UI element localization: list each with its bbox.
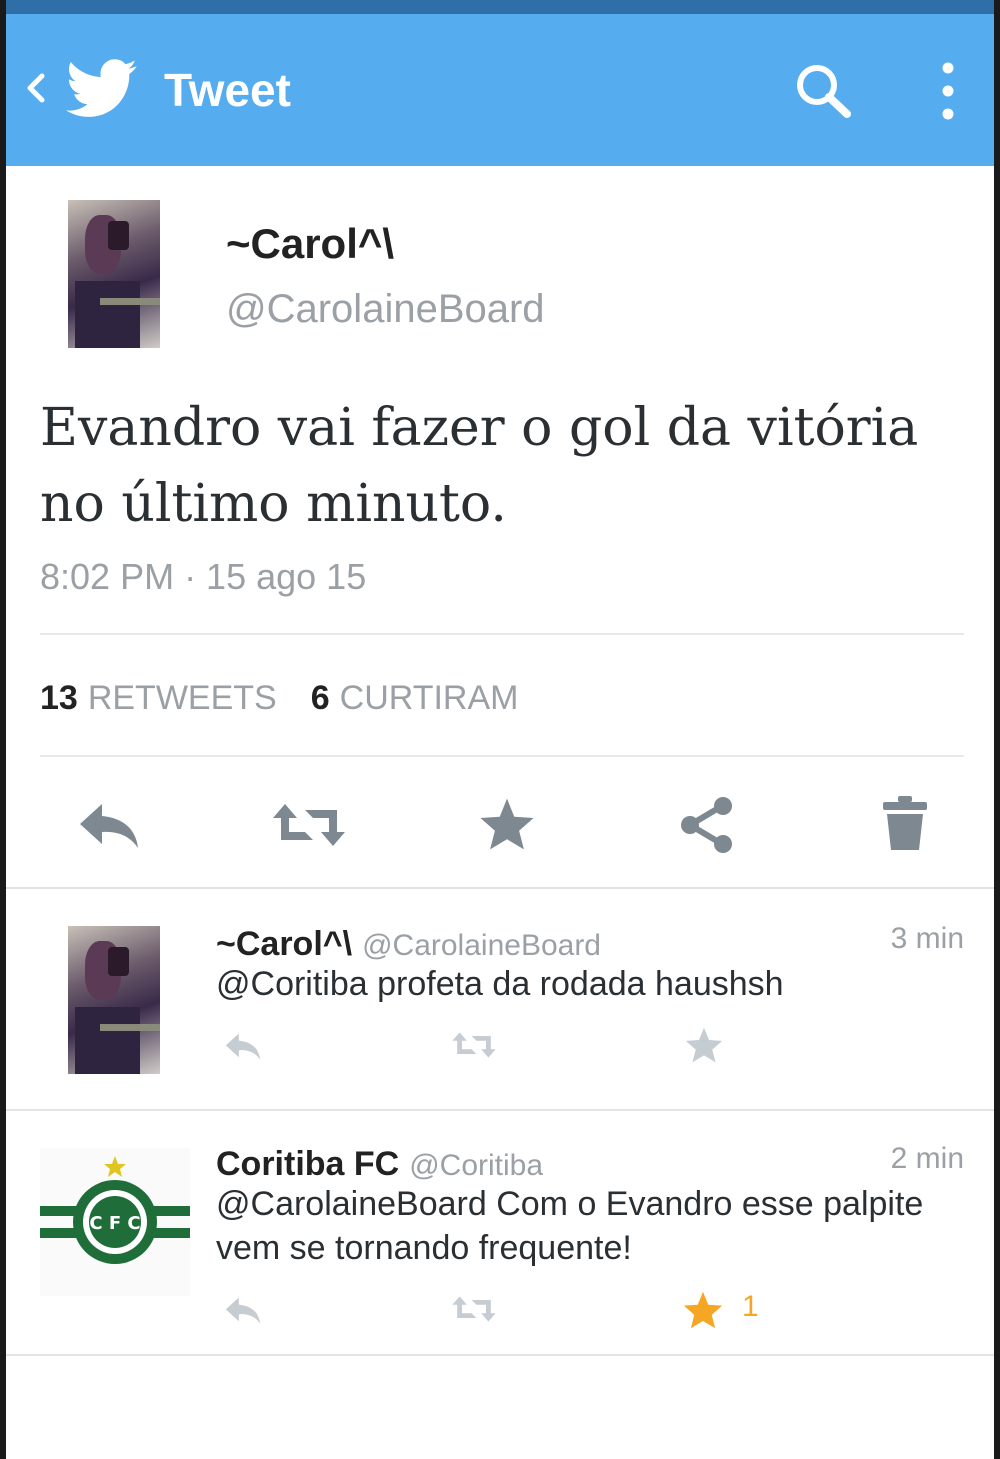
author-handle[interactable]: @CarolaineBoard (226, 284, 545, 334)
search-icon[interactable] (791, 60, 857, 122)
divider (6, 1109, 994, 1111)
tweet-stats: 13 RETWEETS 6 CURTIRAM (40, 676, 518, 720)
avatar[interactable] (68, 200, 160, 348)
divider (6, 887, 994, 889)
coritiba-crest-icon: C F C (40, 1156, 190, 1264)
share-icon[interactable] (678, 796, 736, 854)
retweet-icon[interactable] (271, 800, 347, 850)
reply-text: @CarolaineBoard Com o Evandro esse palpi… (216, 1185, 924, 1267)
status-bar (6, 0, 994, 14)
reply-time: 2 min (890, 1142, 964, 1175)
back-chevron-icon[interactable] (20, 66, 50, 110)
tweet-text: Evandro vai fazer o gol da vitória no úl… (40, 398, 919, 534)
divider (40, 755, 964, 757)
reply-author-handle[interactable]: @Coritiba (409, 1149, 543, 1182)
likes-count[interactable]: 6 (311, 679, 330, 717)
tweet-screen: Tweet ~Carol^\ @CarolaineBoard Evandro v… (6, 0, 994, 1459)
tweet-timestamp: 8:02 PM · 15 ago 15 (40, 556, 367, 597)
reply-icon[interactable] (74, 798, 144, 852)
retweet-icon[interactable] (451, 1030, 497, 1060)
reply-author-name[interactable]: ~Carol^\ (216, 925, 352, 963)
app-bar: Tweet (6, 14, 994, 166)
divider (6, 1354, 994, 1356)
retweets-count[interactable]: 13 (40, 679, 78, 717)
delete-icon[interactable] (880, 794, 930, 854)
reply-icon[interactable] (221, 1294, 265, 1326)
divider (40, 633, 964, 635)
retweet-icon[interactable] (451, 1294, 497, 1324)
favorite-icon[interactable] (478, 796, 536, 852)
svg-text:C F C: C F C (89, 1213, 140, 1234)
overflow-menu-icon[interactable] (928, 56, 968, 126)
favorite-count: 1 (742, 1290, 759, 1323)
page-title: Tweet (164, 64, 291, 116)
retweets-label[interactable]: RETWEETS (88, 679, 277, 717)
favorite-icon-active[interactable] (682, 1290, 724, 1330)
reply-avatar[interactable]: C F C (40, 1148, 190, 1296)
reply-avatar[interactable] (68, 926, 160, 1074)
reply-text: @Coritiba profeta da rodada haushsh (216, 965, 784, 1003)
reply-author-name[interactable]: Coritiba FC (216, 1145, 399, 1183)
reply-author-handle[interactable]: @CarolaineBoard (362, 929, 601, 962)
reply-icon[interactable] (221, 1030, 265, 1062)
twitter-bird-icon[interactable] (66, 58, 138, 120)
reply-time: 3 min (890, 922, 964, 955)
author-name[interactable]: ~Carol^\ (226, 218, 394, 270)
likes-label[interactable]: CURTIRAM (340, 679, 519, 717)
favorite-icon[interactable] (684, 1026, 724, 1064)
